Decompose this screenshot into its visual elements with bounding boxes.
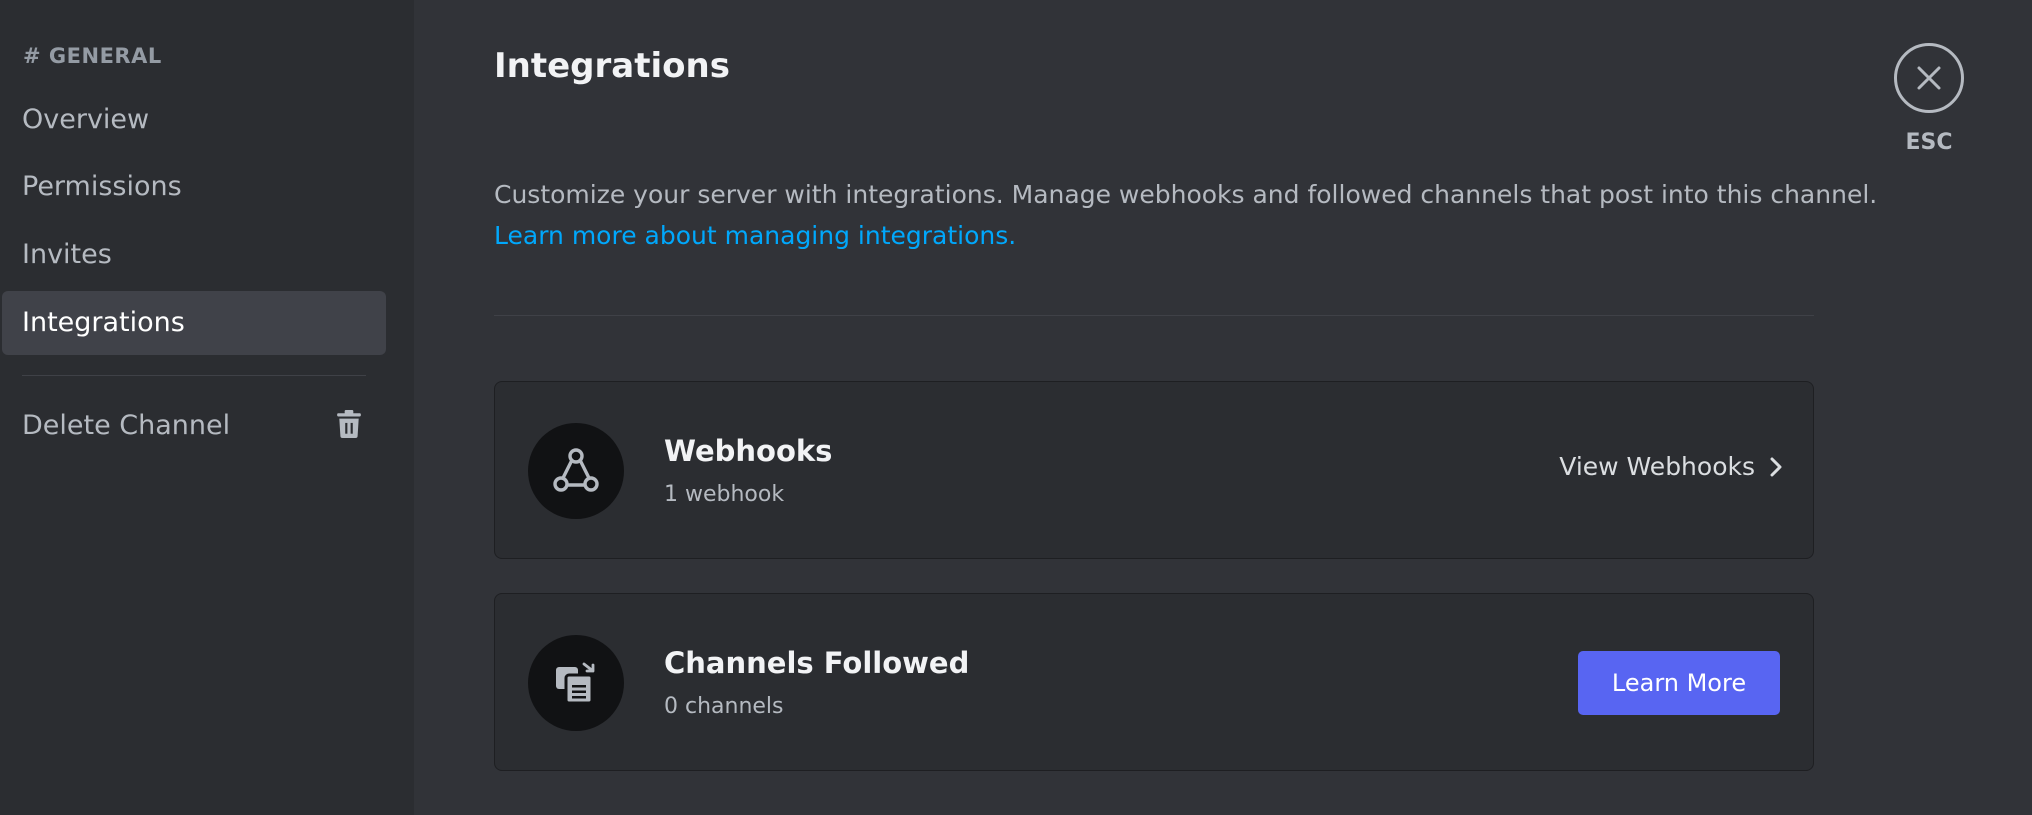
view-webhooks-label: View Webhooks: [1559, 452, 1755, 481]
webhooks-card[interactable]: Webhooks 1 webhook View Webhooks: [494, 381, 1814, 559]
trash-icon[interactable]: [336, 410, 362, 438]
channel-settings: # GENERAL Overview Permissions Invites I…: [0, 0, 2032, 815]
learn-more-link[interactable]: Learn more about managing integrations.: [494, 215, 1877, 256]
learn-more-button[interactable]: Learn More: [1578, 651, 1780, 715]
chevron-right-icon: [1770, 457, 1782, 476]
channels-followed-count: 0 channels: [664, 694, 784, 719]
page-title: Integrations: [494, 46, 730, 86]
sidebar-item-invites[interactable]: Invites: [2, 223, 386, 287]
webhook-icon: [528, 423, 624, 519]
channels-followed-title: Channels Followed: [664, 646, 970, 680]
close-button[interactable]: [1894, 43, 1964, 113]
channels-followed-icon: [528, 635, 624, 731]
settings-sidebar: # GENERAL Overview Permissions Invites I…: [0, 0, 414, 815]
channel-name-header: # GENERAL: [23, 44, 162, 68]
sidebar-divider: [22, 375, 366, 376]
sidebar-item-permissions[interactable]: Permissions: [2, 155, 386, 219]
close-icon: [1917, 66, 1941, 90]
channels-followed-card: Channels Followed 0 channels Learn More: [494, 593, 1814, 771]
section-divider: [494, 315, 1814, 316]
description-text: Customize your server with integrations.…: [494, 180, 1878, 209]
delete-channel-button[interactable]: Delete Channel: [2, 394, 386, 458]
esc-label: ESC: [1905, 130, 1953, 155]
view-webhooks-button[interactable]: View Webhooks: [1559, 452, 1783, 481]
webhooks-count: 1 webhook: [664, 482, 785, 507]
sidebar-item-overview[interactable]: Overview: [2, 88, 386, 152]
integrations-description: Customize your server with integrations.…: [494, 174, 1877, 256]
sidebar-item-integrations[interactable]: Integrations: [2, 291, 386, 355]
webhooks-title: Webhooks: [664, 434, 833, 468]
